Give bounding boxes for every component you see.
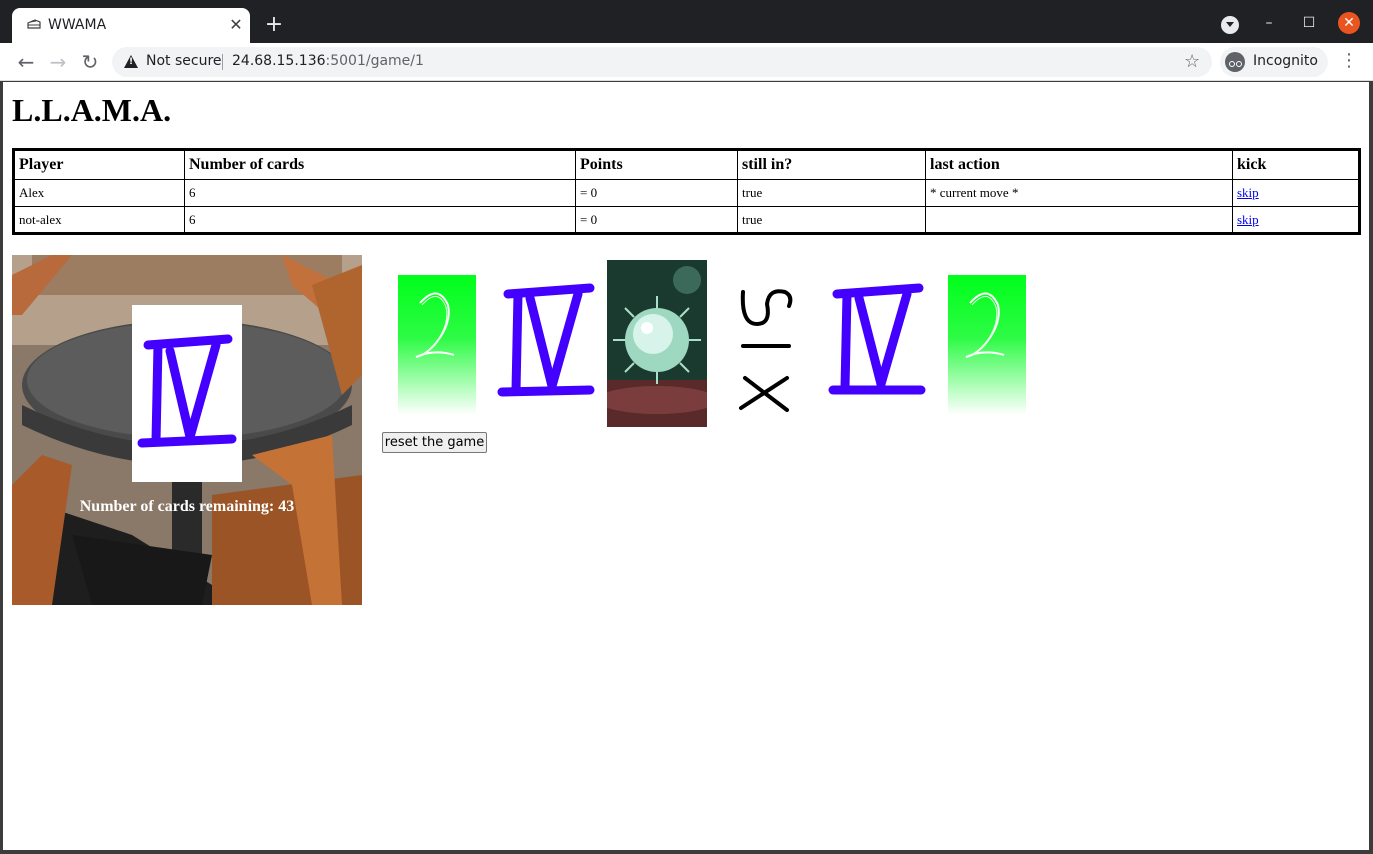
browser-titlebar: WWAMA ✕ + – ☐ ✕ <box>0 0 1373 43</box>
table-row: not-alex 6 = 0 true skip <box>13 206 1360 234</box>
card-two-icon <box>415 292 455 358</box>
card-count: 6 <box>184 206 576 234</box>
card-llama-icon <box>739 289 793 412</box>
card-four-roman-icon <box>497 283 595 397</box>
points: = 0 <box>575 206 738 234</box>
hand-card[interactable] <box>948 275 1026 415</box>
reset-game-button[interactable]: reset the game <box>382 432 487 453</box>
page-favicon-icon <box>27 19 41 29</box>
column-header: Number of cards <box>184 149 576 180</box>
cards-remaining-label: Number of cards remaining: 43 <box>79 498 295 515</box>
forward-icon[interactable]: → <box>46 50 70 74</box>
bookmark-star-icon[interactable]: ☆ <box>1184 51 1200 72</box>
incognito-icon <box>1225 52 1245 72</box>
url-host: 24.68.15.136 <box>232 53 326 69</box>
url-path: :5001/game/1 <box>325 53 424 69</box>
card-count: 6 <box>184 179 576 207</box>
incognito-label: Incognito <box>1253 53 1318 69</box>
new-tab-icon[interactable]: + <box>262 14 286 38</box>
card-four-roman-icon <box>828 283 926 395</box>
maximize-icon[interactable]: ☐ <box>1298 12 1320 34</box>
column-header: Points <box>575 149 738 180</box>
last-action: * current move * <box>925 179 1233 207</box>
hand-card[interactable] <box>731 280 801 415</box>
reload-icon[interactable]: ↻ <box>78 50 102 74</box>
window-close-icon[interactable]: ✕ <box>1338 12 1360 34</box>
column-header: Player <box>13 149 185 180</box>
table-row: Alex 6 = 0 true * current move * skip <box>13 179 1360 207</box>
address-bar[interactable]: Not secure 24.68.15.136:5001/game/1 ☆ <box>112 47 1212 77</box>
last-action <box>925 206 1233 234</box>
still-in: true <box>737 206 926 234</box>
card-four-roman-icon <box>137 334 237 448</box>
hand-card[interactable] <box>496 280 596 400</box>
browser-tab[interactable]: WWAMA ✕ <box>12 8 250 43</box>
minimize-icon[interactable]: – <box>1258 12 1280 34</box>
hand-card[interactable] <box>398 275 476 415</box>
deck-top-card[interactable] <box>132 305 242 482</box>
page-viewport: L.L.A.M.A. Player Number of cards Points… <box>3 82 1369 850</box>
column-header: still in? <box>737 149 926 180</box>
warning-icon <box>124 55 138 68</box>
column-header: last action <box>925 149 1233 180</box>
tab-title: WWAMA <box>48 17 107 33</box>
player-name: not-alex <box>13 206 185 234</box>
column-header: kick <box>1232 149 1360 180</box>
browser-menu-icon[interactable]: ⋮ <box>1340 51 1358 71</box>
card-two-icon <box>965 292 1005 358</box>
security-label[interactable]: Not secure <box>146 53 222 69</box>
table-header-row: Player Number of cards Points still in? … <box>13 149 1360 180</box>
page-title: L.L.A.M.A. <box>12 92 172 128</box>
kick-cell: skip <box>1232 206 1360 234</box>
still-in: true <box>737 179 926 207</box>
hand-card[interactable] <box>607 260 707 427</box>
player-name: Alex <box>13 179 185 207</box>
kick-cell: skip <box>1232 179 1360 207</box>
tab-close-icon[interactable]: ✕ <box>226 15 246 35</box>
hand-card[interactable] <box>825 280 927 400</box>
incognito-badge[interactable]: Incognito <box>1220 47 1328 77</box>
tab-search-icon[interactable] <box>1221 16 1239 34</box>
browser-toolbar: ← → ↻ Not secure 24.68.15.136:5001/game/… <box>0 43 1373 81</box>
skip-link[interactable]: skip <box>1237 185 1259 200</box>
omnibox-divider <box>222 54 223 70</box>
players-table: Player Number of cards Points still in? … <box>12 148 1361 235</box>
skip-link[interactable]: skip <box>1237 212 1259 227</box>
points: = 0 <box>575 179 738 207</box>
draw-pile[interactable]: Number of cards remaining: 43 <box>12 255 362 605</box>
back-icon[interactable]: ← <box>14 50 38 74</box>
card-virus-icon <box>607 260 707 427</box>
url-text[interactable]: 24.68.15.136:5001/game/1 <box>232 53 424 69</box>
